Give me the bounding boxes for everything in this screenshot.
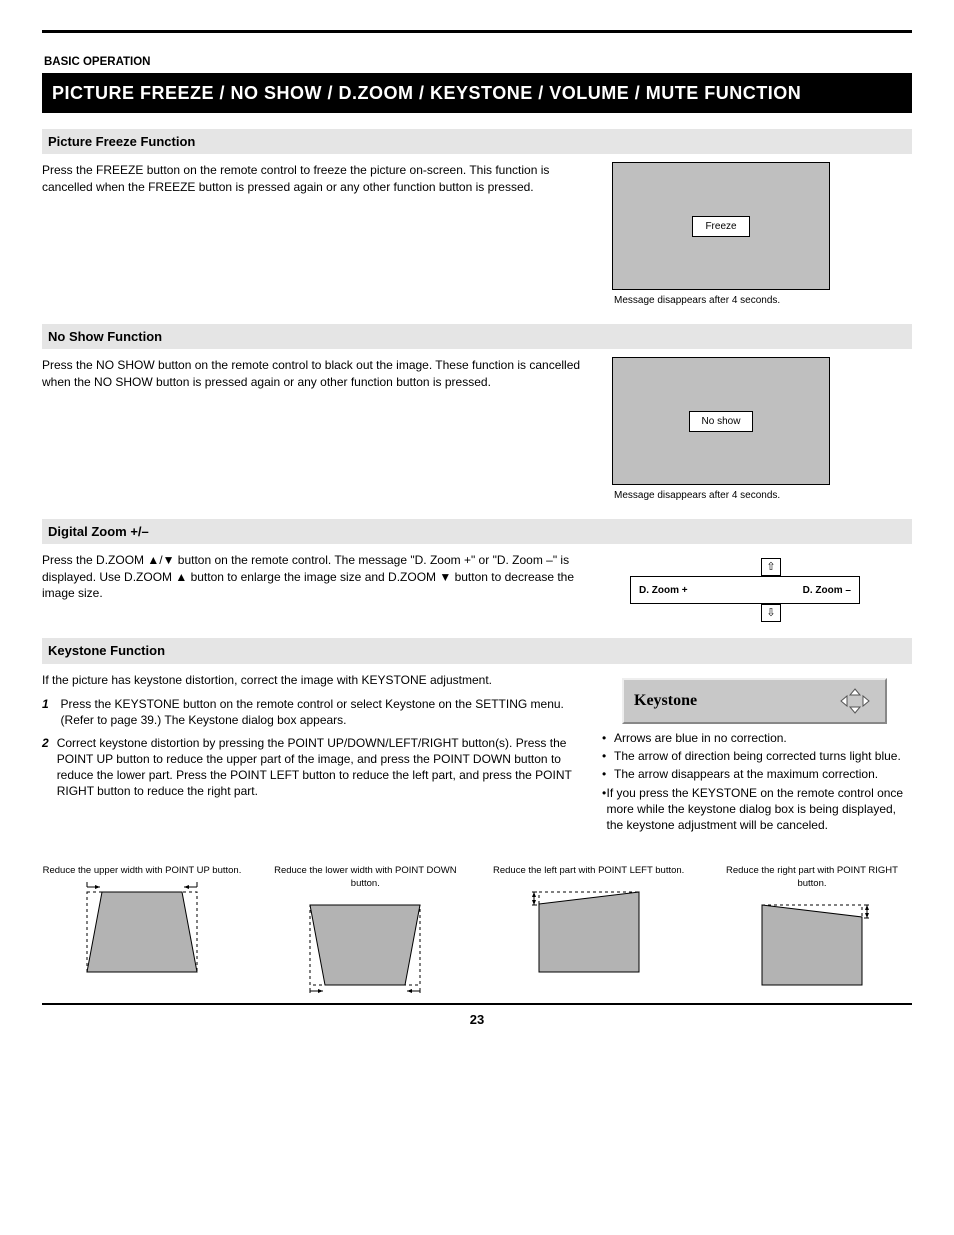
noshow-message: No show	[689, 411, 754, 433]
keystone-dialog: Keystone	[622, 678, 887, 724]
noshow-body: Press the NO SHOW button on the remote c…	[42, 357, 582, 389]
dzoom-body: Press the D.ZOOM ▲/▼ button on the remot…	[42, 552, 582, 601]
dzoom-minus-label: D. Zoom –	[803, 584, 851, 598]
note-4: If you press the KEYSTONE on the remote …	[607, 785, 913, 834]
keystone-notes: •Arrows are blue in no correction. •The …	[602, 730, 912, 833]
dzoom-figure: ⇧ D. Zoom + D. Zoom – ⇩	[630, 558, 912, 622]
header-title: PICTURE FREEZE / NO SHOW / D.ZOOM / KEYS…	[42, 73, 912, 113]
trap-cap-up: Reduce the upper width with POINT UP but…	[42, 865, 242, 878]
page-number: 23	[42, 1011, 912, 1029]
freeze-caption: Message disappears after 4 seconds.	[614, 294, 912, 308]
keystone-dialog-label: Keystone	[634, 690, 697, 712]
step-number-2: 2	[42, 735, 49, 800]
page-header: BASIC OPERATION PICTURE FREEZE / NO SHOW…	[42, 55, 912, 113]
noshow-screen: No show	[612, 357, 830, 485]
trapezoid-left-icon	[514, 882, 664, 982]
section-title-freeze: Picture Freeze Function	[42, 129, 912, 155]
keystone-trapezoid-examples: Reduce the upper width with POINT UP but…	[42, 865, 912, 995]
trap-cap-right: Reduce the right part with POINT RIGHT b…	[712, 865, 912, 891]
note-2: The arrow of direction being corrected t…	[614, 748, 901, 764]
note-3: The arrow disappears at the maximum corr…	[614, 766, 878, 782]
section-title-noshow: No Show Function	[42, 324, 912, 350]
noshow-caption: Message disappears after 4 seconds.	[614, 489, 912, 503]
keystone-step-2: Correct keystone distortion by pressing …	[57, 735, 582, 800]
keystone-step-1: Press the KEYSTONE button on the remote …	[61, 696, 582, 728]
step-number-1: 1	[42, 696, 53, 728]
down-arrow-icon: ⇩	[761, 604, 781, 622]
four-way-arrows-icon	[835, 687, 875, 715]
section-title-keystone: Keystone Function	[42, 638, 912, 664]
trap-cap-left: Reduce the left part with POINT LEFT but…	[489, 865, 689, 878]
trap-cap-down: Reduce the lower width with POINT DOWN b…	[265, 865, 465, 891]
trapezoid-right-icon	[737, 895, 887, 995]
freeze-body: Press the FREEZE button on the remote co…	[42, 162, 582, 194]
keystone-intro: If the picture has keystone distortion, …	[42, 672, 582, 688]
note-1: Arrows are blue in no correction.	[614, 730, 787, 746]
section-title-dzoom: Digital Zoom +/–	[42, 519, 912, 545]
trapezoid-up-icon	[67, 882, 217, 982]
freeze-message: Freeze	[692, 216, 749, 238]
freeze-screen: Freeze	[612, 162, 830, 290]
trapezoid-down-icon	[290, 895, 440, 995]
dzoom-plus-label: D. Zoom +	[639, 584, 688, 598]
header-category: BASIC OPERATION	[42, 55, 912, 73]
up-arrow-icon: ⇧	[761, 558, 781, 576]
